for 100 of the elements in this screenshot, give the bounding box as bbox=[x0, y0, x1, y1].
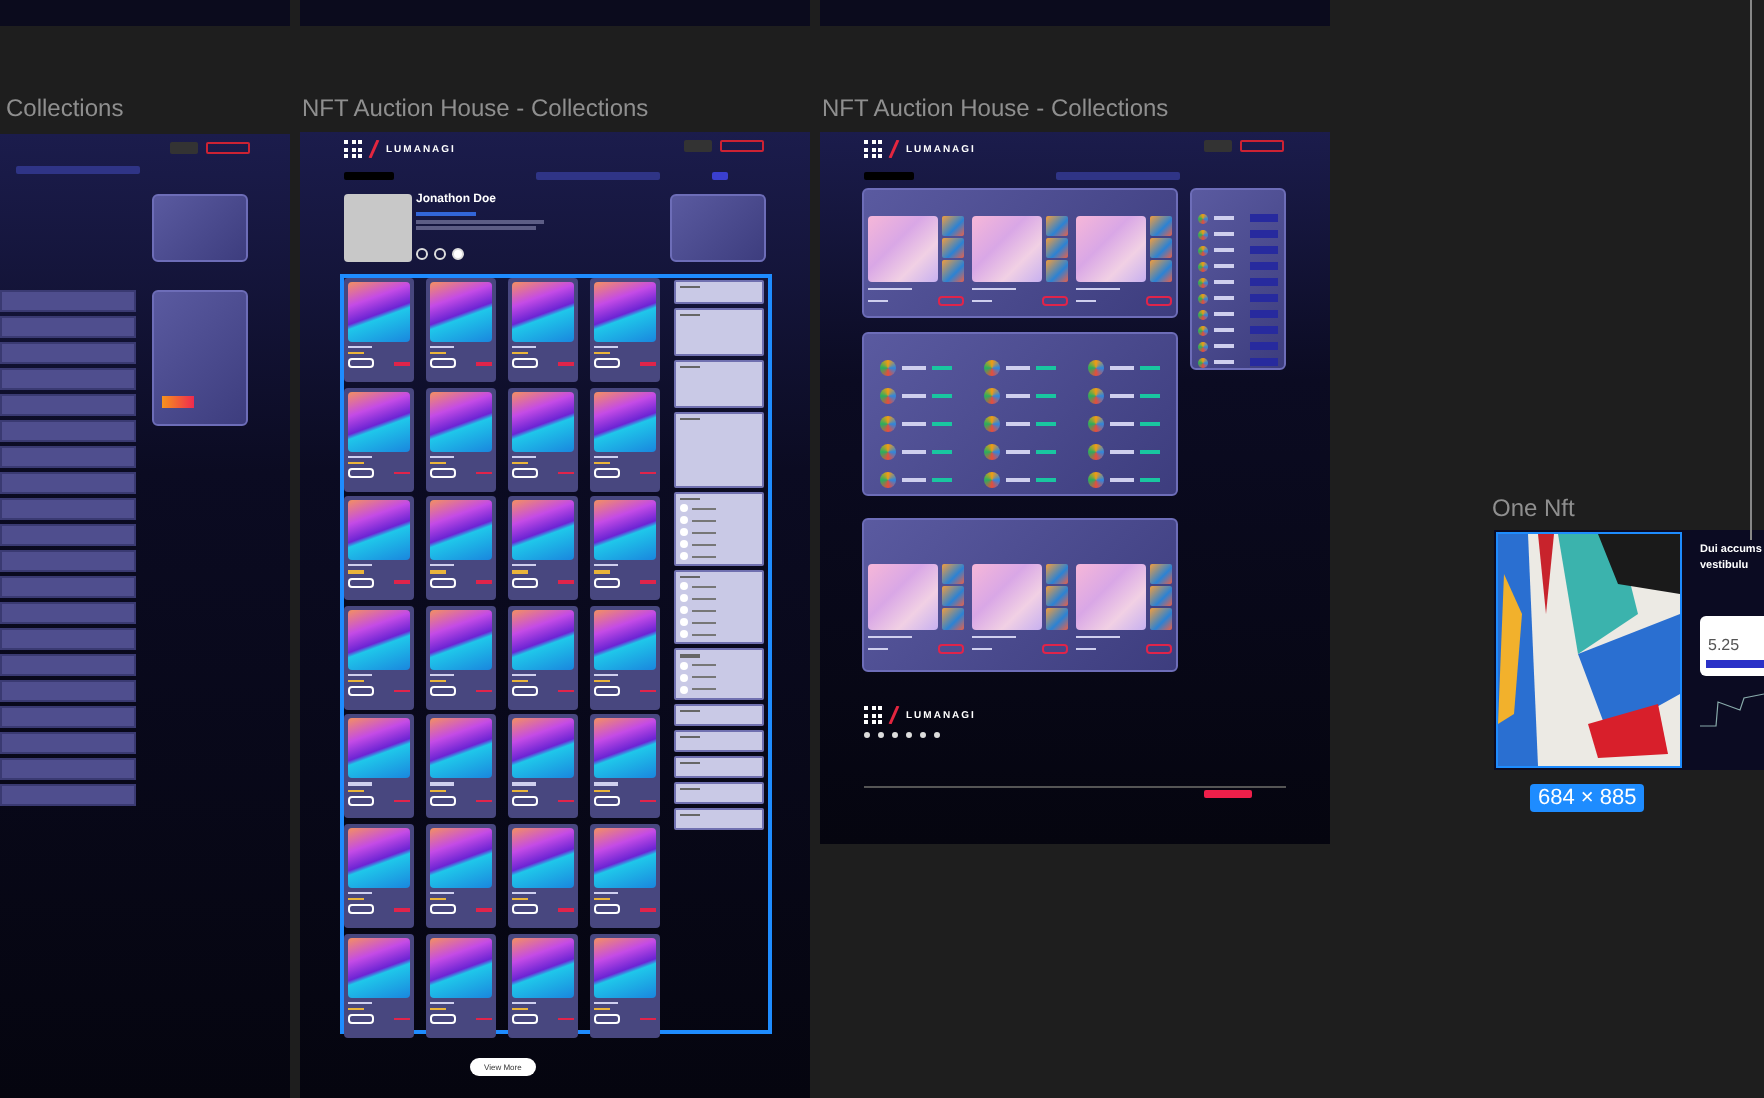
outline-button[interactable] bbox=[348, 795, 374, 806]
header-button[interactable] bbox=[206, 142, 250, 154]
header-button[interactable] bbox=[720, 140, 764, 152]
filter-section[interactable] bbox=[674, 755, 764, 778]
artwork-thumbnail bbox=[512, 827, 574, 888]
nft-card[interactable] bbox=[508, 496, 578, 601]
outline-button[interactable] bbox=[594, 686, 620, 697]
seller-row[interactable] bbox=[1198, 274, 1278, 290]
nft-card[interactable] bbox=[590, 933, 660, 1038]
search-field[interactable] bbox=[1056, 172, 1180, 180]
seller-row[interactable] bbox=[1198, 210, 1278, 226]
seller-row[interactable] bbox=[1198, 290, 1278, 306]
nft-card[interactable] bbox=[426, 605, 496, 710]
seller-row[interactable] bbox=[1198, 226, 1278, 242]
collection-preview[interactable] bbox=[868, 563, 964, 654]
search-field[interactable] bbox=[16, 166, 140, 174]
outline-button[interactable] bbox=[348, 577, 374, 588]
outline-button[interactable] bbox=[348, 358, 374, 369]
nft-card[interactable] bbox=[344, 278, 414, 382]
outline-button[interactable] bbox=[348, 686, 374, 697]
nft-card[interactable] bbox=[508, 605, 578, 710]
nft-card[interactable] bbox=[426, 933, 496, 1038]
outline-button[interactable] bbox=[594, 358, 620, 369]
nft-card[interactable] bbox=[590, 605, 660, 710]
nft-card[interactable] bbox=[590, 823, 660, 928]
social-icon[interactable] bbox=[920, 732, 926, 738]
filter-section[interactable] bbox=[674, 781, 764, 804]
nft-card[interactable] bbox=[590, 496, 660, 601]
filter-section[interactable] bbox=[674, 807, 764, 830]
seller-row[interactable] bbox=[1198, 306, 1278, 322]
outline-button[interactable] bbox=[430, 795, 456, 806]
outline-button[interactable] bbox=[594, 904, 620, 915]
outline-button[interactable] bbox=[594, 795, 620, 806]
price-value: 5.25 bbox=[1708, 636, 1740, 654]
nft-card[interactable] bbox=[590, 278, 660, 382]
outline-button[interactable] bbox=[430, 358, 456, 369]
social-icon[interactable] bbox=[892, 732, 898, 738]
outline-button[interactable] bbox=[594, 467, 620, 478]
filter-section[interactable] bbox=[674, 492, 764, 567]
nft-card[interactable] bbox=[426, 496, 496, 601]
nft-card[interactable] bbox=[344, 496, 414, 601]
artwork-thumbnail bbox=[430, 937, 492, 998]
filter-section[interactable] bbox=[674, 570, 764, 645]
social-icon[interactable] bbox=[878, 732, 884, 738]
outline-button[interactable] bbox=[430, 1013, 456, 1024]
artwork-thumbnail bbox=[594, 609, 656, 670]
search-field[interactable] bbox=[536, 172, 660, 180]
nft-card[interactable] bbox=[590, 387, 660, 492]
seller-row[interactable] bbox=[1198, 338, 1278, 354]
artwork-thumbnail bbox=[430, 827, 492, 888]
social-icon[interactable] bbox=[934, 732, 940, 738]
nft-card[interactable] bbox=[508, 278, 578, 382]
nft-card[interactable] bbox=[426, 278, 496, 382]
artwork-thumbnail bbox=[348, 282, 410, 342]
collection-preview[interactable] bbox=[972, 563, 1068, 654]
collection-preview[interactable] bbox=[868, 215, 964, 306]
outline-button[interactable] bbox=[512, 1013, 538, 1024]
outline-button[interactable] bbox=[348, 467, 374, 478]
nft-card[interactable] bbox=[508, 823, 578, 928]
nft-card[interactable] bbox=[590, 714, 660, 819]
nft-card[interactable] bbox=[426, 387, 496, 492]
outline-button[interactable] bbox=[512, 904, 538, 915]
seller-row[interactable] bbox=[1198, 242, 1278, 258]
nft-card[interactable] bbox=[344, 387, 414, 492]
outline-button[interactable] bbox=[430, 904, 456, 915]
outline-button[interactable] bbox=[430, 577, 456, 588]
outline-button[interactable] bbox=[594, 577, 620, 588]
outline-button[interactable] bbox=[348, 1013, 374, 1024]
artwork-thumbnail bbox=[430, 282, 492, 342]
outline-button[interactable] bbox=[512, 467, 538, 478]
outline-button[interactable] bbox=[430, 686, 456, 697]
outline-button[interactable] bbox=[430, 467, 456, 478]
nft-card[interactable] bbox=[344, 933, 414, 1038]
social-icon[interactable] bbox=[906, 732, 912, 738]
outline-button[interactable] bbox=[348, 904, 374, 915]
nft-card[interactable] bbox=[344, 823, 414, 928]
nft-card[interactable] bbox=[344, 714, 414, 819]
nft-card[interactable] bbox=[508, 714, 578, 819]
artwork-thumbnail bbox=[512, 391, 574, 452]
seller-row[interactable] bbox=[1198, 258, 1278, 274]
seller-row[interactable] bbox=[1198, 354, 1278, 370]
outline-button[interactable] bbox=[512, 795, 538, 806]
nft-card[interactable] bbox=[426, 823, 496, 928]
seller-row[interactable] bbox=[1198, 322, 1278, 338]
filter-section[interactable] bbox=[674, 703, 764, 726]
outline-button[interactable] bbox=[512, 577, 538, 588]
filter-section[interactable] bbox=[674, 729, 764, 752]
collection-preview[interactable] bbox=[1076, 563, 1172, 654]
nft-card[interactable] bbox=[426, 714, 496, 819]
nft-card[interactable] bbox=[508, 933, 578, 1038]
nft-card[interactable] bbox=[344, 605, 414, 710]
header-button[interactable] bbox=[1240, 140, 1284, 152]
stats-card bbox=[670, 194, 766, 262]
collection-preview[interactable] bbox=[1076, 215, 1172, 306]
outline-button[interactable] bbox=[594, 1013, 620, 1024]
collection-preview[interactable] bbox=[972, 215, 1068, 306]
nft-card[interactable] bbox=[508, 387, 578, 492]
social-icon[interactable] bbox=[864, 732, 870, 738]
outline-button[interactable] bbox=[512, 358, 538, 369]
outline-button[interactable] bbox=[512, 686, 538, 697]
